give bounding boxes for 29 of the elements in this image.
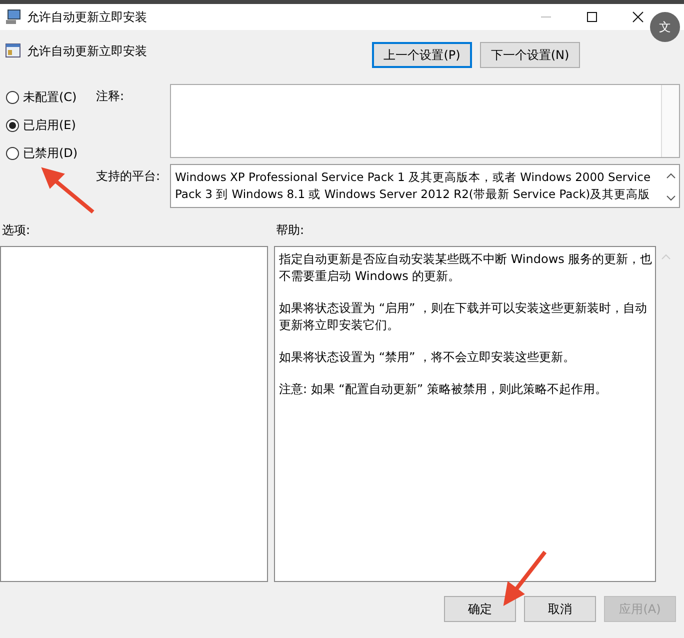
radio-option[interactable]: 已启用(E) <box>6 116 96 134</box>
computer-icon <box>5 9 21 25</box>
help-paragraph: 指定自动更新是否应自动安装某些既不中断 Windows 服务的更新，也不需要重启动 Windows 的更新。 <box>279 251 654 285</box>
scroll-down-icon[interactable] <box>666 195 676 201</box>
section-label: 帮助: <box>276 222 304 239</box>
help-paragraph: 如果将状态设置为 “启用” ，则在下载并可以安装这些更新装时，自动更新将立即安装它们。 <box>279 300 648 334</box>
dialog-button[interactable]: 确定 <box>444 596 516 622</box>
translate-button[interactable]: 文 <box>650 12 680 42</box>
radio-circle[interactable] <box>6 118 19 132</box>
nav-button[interactable]: 下一个设置(N) <box>480 42 580 68</box>
help-paragraph: 如果将状态设置为 “禁用” ，将不会立即安装这些更新。 <box>279 349 576 366</box>
radio-option[interactable]: 未配置(C) <box>6 88 96 106</box>
dialog-button[interactable]: 取消 <box>524 596 596 622</box>
radio-circle[interactable] <box>6 146 19 160</box>
scroll-up-icon[interactable] <box>666 173 676 179</box>
window-title: 允许自动更新立即安装 <box>27 8 147 26</box>
help-paragraph: 注意: 如果 “配置自动更新” 策略被禁用，则此策略不起作用。 <box>279 381 608 398</box>
policy-title: 允许自动更新立即安装 <box>27 43 147 60</box>
field-label: 支持的平台: <box>96 168 162 185</box>
close-icon[interactable] <box>632 11 644 23</box>
section-label: 选项: <box>2 222 32 239</box>
field-label: 注释: <box>96 88 126 105</box>
maximize-icon[interactable] <box>586 11 598 23</box>
radio-option[interactable]: 已禁用(D) <box>6 144 96 162</box>
comment-field[interactable] <box>170 84 680 158</box>
radio-circle[interactable] <box>6 90 19 104</box>
platform-box: Windows XP Professional Service Pack 1 及其更高版本，或者 Windows 2000 Service Pack 3 到 Windows 8.1 或 Windows Server 2012 R2(带最新 Service Pack)及其更高版 <box>170 164 680 208</box>
nav-button[interactable]: 上一个设置(P) <box>372 42 472 68</box>
policy-icon <box>5 42 21 58</box>
